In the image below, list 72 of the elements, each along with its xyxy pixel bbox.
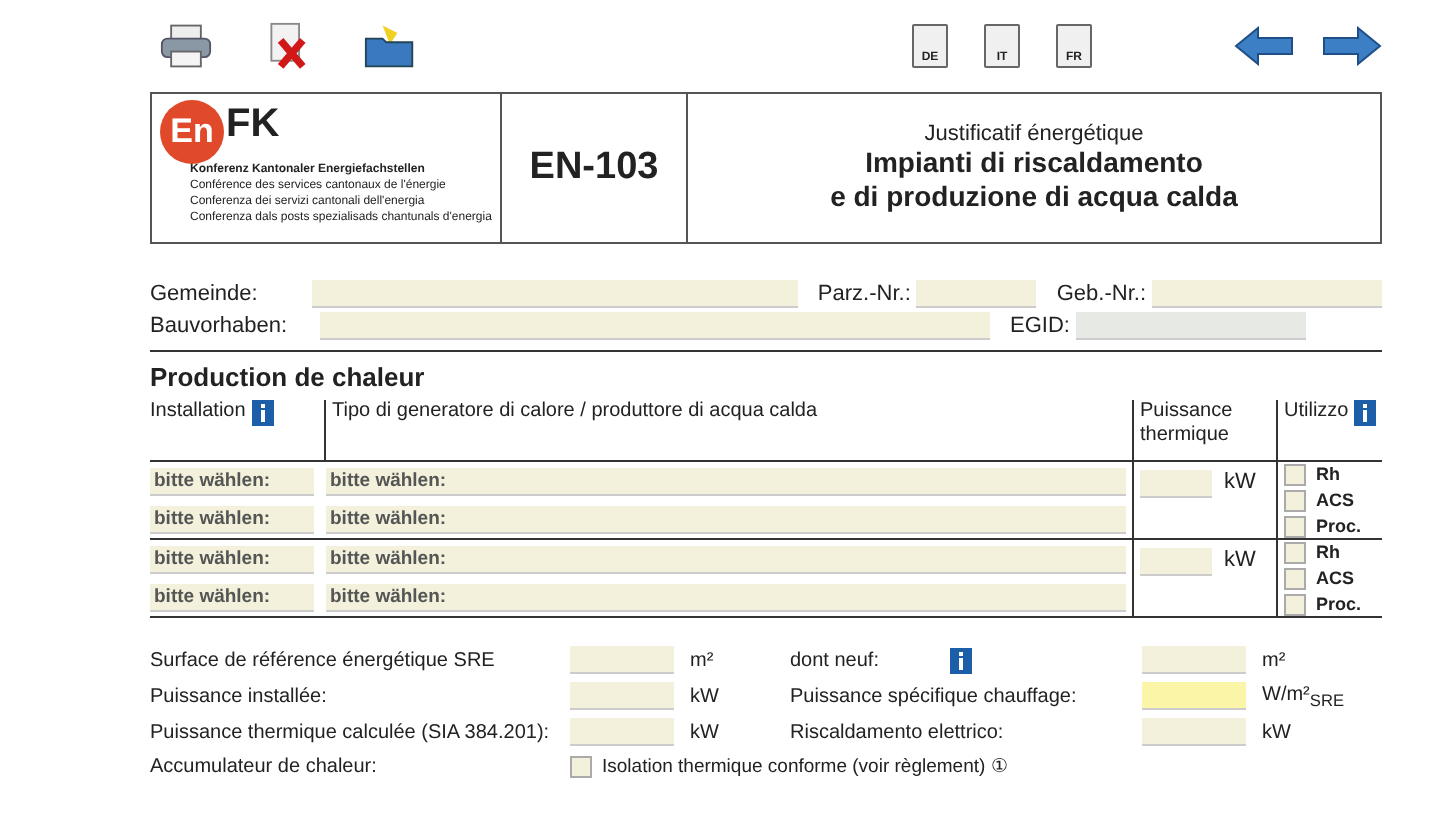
field-label: Bauvorhaben: (150, 313, 289, 337)
unit-label: kW (690, 721, 721, 743)
input-field[interactable] (1142, 718, 1246, 746)
input-field[interactable] (312, 279, 798, 307)
info-icon[interactable] (251, 400, 274, 426)
form-title: Impianti di riscaldamento (865, 146, 1203, 180)
info-icon[interactable] (1354, 400, 1377, 426)
checkbox-label: Isolation thermique conforme (voir règlement) ① (602, 754, 1009, 778)
field-label: Parz.-Nr.: (817, 281, 911, 305)
checkbox-label: Proc. (1316, 516, 1362, 536)
input-field[interactable] (1152, 279, 1382, 307)
field-label: Surface de référence énergétique SRE (150, 649, 497, 671)
checkbox-label: ACS (1316, 568, 1355, 588)
checkbox[interactable] (1284, 541, 1306, 563)
folder-icon[interactable] (364, 22, 416, 70)
form-title: Justificatif énergétique (924, 122, 1144, 146)
unit-label: kW (1224, 470, 1256, 494)
input-field[interactable] (570, 682, 674, 710)
logo-mark: En (160, 100, 224, 164)
unit-label: kW (690, 685, 721, 707)
form-code: EN-103 (502, 94, 688, 242)
printer-icon[interactable] (160, 22, 212, 70)
input-field[interactable] (1140, 548, 1212, 576)
field-label: Geb.-Nr.: (1056, 281, 1146, 305)
section-title: Production de chaleur (150, 362, 427, 392)
checkbox[interactable] (1284, 489, 1306, 511)
logo-text: FK (226, 101, 280, 147)
unit-label: kW (1262, 721, 1293, 743)
column-header: Tipo di generatore di calore / produttore di acqua calda (332, 400, 818, 424)
checkbox-label: ACS (1316, 490, 1355, 510)
unit-label: W/m²$_{SRE}$ (1262, 683, 1347, 709)
input-field[interactable] (570, 718, 674, 746)
field-label: Puissance installée: (150, 685, 329, 707)
input-field[interactable] (1142, 682, 1246, 710)
column-header: Puissance thermique (1140, 400, 1235, 448)
field-label: Puissance spécifique chauffage: (790, 685, 1077, 707)
form-title: e di produzione di acqua calda (830, 180, 1238, 214)
unit-label: kW (1224, 548, 1256, 572)
column-header: Installation (150, 400, 246, 424)
checkbox[interactable] (570, 755, 592, 777)
checkbox[interactable] (1284, 593, 1306, 615)
info-icon[interactable] (950, 647, 972, 673)
column-header: Utilizzo (1284, 400, 1349, 424)
input-field[interactable] (570, 646, 674, 674)
forward-arrow-icon[interactable] (1322, 26, 1382, 66)
field-label: Riscaldamento elettrico: (790, 721, 1004, 743)
checkbox[interactable] (1284, 515, 1306, 537)
field-label: Puissance thermique calculée (SIA 384.201): (150, 721, 552, 743)
field-label: dont neuf: (790, 649, 881, 671)
field-label: Accumulateur de chaleur: (150, 755, 379, 777)
field-label: EGID: (1010, 313, 1070, 337)
checkbox-label: Rh (1316, 464, 1340, 484)
dropdown[interactable]: bitte wählen: (150, 583, 314, 611)
input-field[interactable] (916, 279, 1037, 307)
dropdown[interactable]: bitte wählen: (150, 505, 314, 533)
dropdown[interactable]: bitte wählen: (150, 467, 314, 495)
checkbox-label: Proc. (1316, 594, 1362, 614)
input-field[interactable] (320, 311, 990, 339)
input-field[interactable] (1140, 470, 1212, 498)
back-arrow-icon[interactable] (1234, 26, 1294, 66)
field-label: Gemeinde: (150, 281, 260, 305)
checkbox[interactable] (1284, 463, 1306, 485)
dropdown[interactable]: bitte wählen: (326, 583, 1126, 611)
input-field[interactable] (1142, 646, 1246, 674)
unit-label: m² (690, 649, 716, 671)
dropdown[interactable]: bitte wählen: (326, 545, 1126, 573)
checkbox[interactable] (1284, 567, 1306, 589)
unit-label: m² (1262, 649, 1288, 671)
dropdown[interactable]: bitte wählen: (326, 467, 1126, 495)
checkbox-label: Rh (1316, 542, 1340, 562)
dropdown[interactable]: bitte wählen: (150, 545, 314, 573)
dropdown[interactable]: bitte wählen: (326, 505, 1126, 533)
